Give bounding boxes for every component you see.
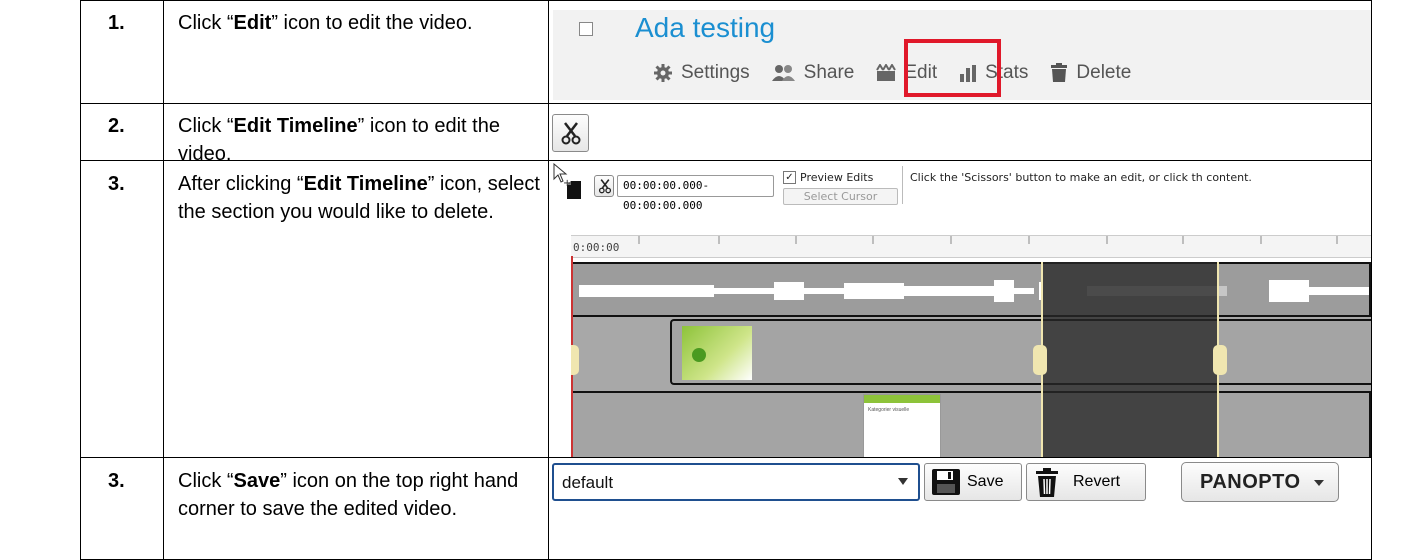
clapper-icon [876, 64, 897, 82]
track-start-handle[interactable] [571, 345, 579, 375]
ruler-ticks [638, 236, 1338, 244]
add-media-icon[interactable]: + [563, 177, 585, 201]
video-track[interactable] [670, 319, 1371, 385]
panopto-menu-button[interactable]: PANOPTO [1181, 462, 1339, 502]
step-text: After clicking “Edit Timeline” icon, sel… [178, 173, 540, 223]
disk-icon [931, 468, 961, 496]
share-link[interactable]: Share [771, 62, 855, 84]
chevron-down-icon [1314, 480, 1324, 487]
scissors-icon [560, 121, 582, 145]
slide-thumbnail [682, 326, 752, 380]
scissors-icon [598, 178, 612, 194]
revert-label: Revert [1073, 473, 1121, 490]
scissors-button[interactable] [594, 175, 614, 197]
step-text: Click “Edit” icon to edit the video. [178, 12, 473, 34]
preview-edits-label: Preview Edits [800, 171, 874, 184]
edit-highlight-box [904, 39, 1001, 97]
chevron-down-icon [898, 478, 908, 486]
timeline-editor: + 00:00:00.000-00:00:00.000 ✓ Preview Ed… [549, 161, 1371, 457]
timecode-field[interactable]: 00:00:00.000-00:00:00.000 [617, 175, 774, 212]
toolbar-divider [902, 166, 903, 204]
step-text: Click “Edit Timeline” icon to edit the v… [178, 115, 500, 165]
layout-dropdown[interactable]: default [552, 463, 920, 501]
gear-icon [653, 63, 673, 83]
slides-track[interactable] [571, 391, 1371, 457]
checkbox-icon: ✓ [783, 171, 796, 184]
delete-link[interactable]: Delete [1050, 62, 1131, 84]
step-number: 2. [108, 115, 125, 137]
settings-link[interactable]: Settings [653, 62, 750, 84]
step-number: 1. [108, 12, 125, 34]
step-number: 3. [108, 173, 125, 195]
session-title[interactable]: Ada testing [635, 12, 775, 44]
preview-edits-toggle[interactable]: ✓ Preview Edits [783, 171, 873, 184]
settings-label: Settings [681, 62, 750, 83]
delete-label: Delete [1076, 62, 1132, 83]
hint-text: Click the 'Scissors' button to make an e… [910, 171, 1252, 184]
trash-icon [1035, 468, 1059, 498]
selection-left-handle[interactable] [1033, 345, 1047, 375]
edit-timeline-button[interactable] [552, 114, 589, 152]
step-number: 3. [108, 470, 125, 492]
checkbox-icon[interactable] [579, 22, 593, 36]
svg-text:+: + [563, 178, 571, 189]
session-header: Ada testing Settings Share Edit Stats De… [553, 10, 1371, 100]
selection-right-handle[interactable] [1213, 345, 1227, 375]
step-text: Click “Save” icon on the top right hand … [178, 470, 519, 520]
share-label: Share [803, 62, 855, 83]
slide-caption: Kategorier visuelle [868, 407, 910, 413]
editor-footer: default Save Revert PANOPTO [549, 458, 1371, 508]
panopto-logo: PANOPTO [1200, 471, 1301, 493]
trash-icon [1050, 63, 1068, 83]
select-cursor-button[interactable]: Select Cursor [783, 188, 898, 205]
revert-button[interactable]: Revert [1026, 463, 1146, 501]
dropdown-value: default [562, 473, 614, 492]
save-label: Save [967, 473, 1004, 490]
audio-waveform [579, 280, 1369, 302]
slide-thumbnail: Kategorier visuelle [863, 394, 941, 457]
selected-section[interactable] [1041, 262, 1219, 457]
people-icon [771, 64, 796, 82]
save-button[interactable]: Save [924, 463, 1022, 501]
